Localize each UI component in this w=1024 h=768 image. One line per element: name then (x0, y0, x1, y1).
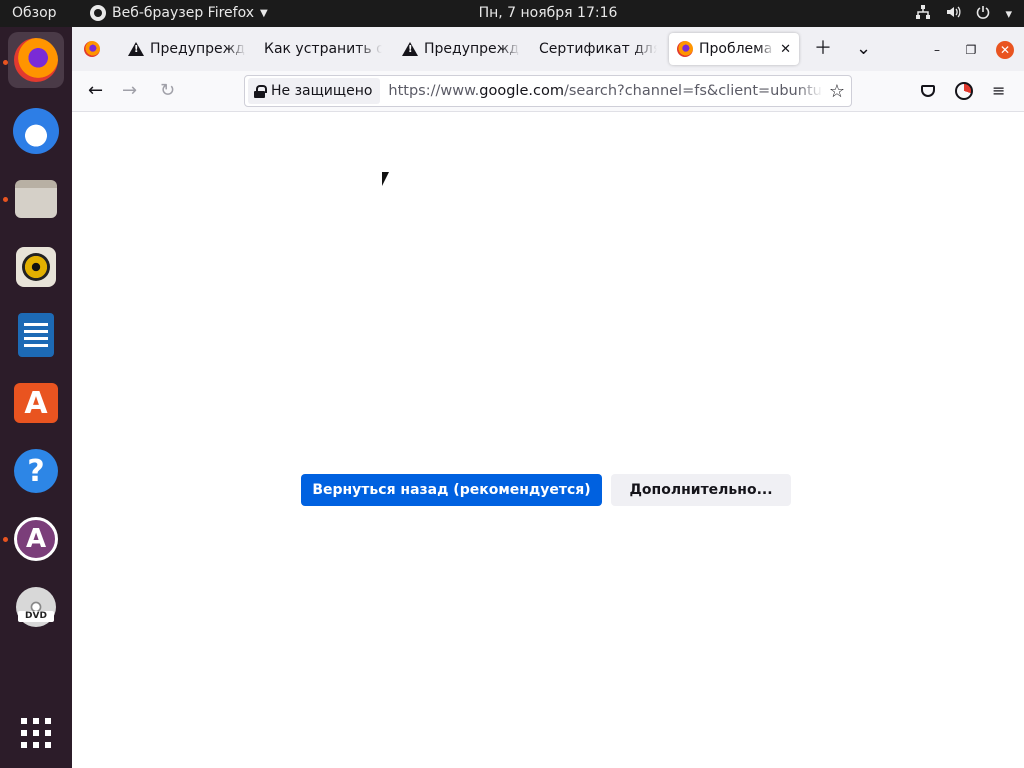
writer-icon (18, 313, 54, 357)
bookmark-star-icon[interactable]: ☆ (829, 81, 845, 102)
software-icon: A (14, 383, 58, 423)
tab-label: Проблема при (699, 41, 774, 57)
tab-warning-2[interactable]: Предупреждение (394, 33, 520, 65)
dock-files[interactable] (8, 171, 64, 227)
top-bar: Обзор Веб-браузер Firefox ▼ Пн, 7 ноября… (0, 0, 1024, 27)
account-icon[interactable] (955, 82, 973, 100)
tab-label: Как устранить ошибку (264, 41, 382, 57)
tab-selected-problem[interactable]: Проблема при ✕ (669, 33, 799, 65)
go-back-button[interactable]: Вернуться назад (рекомендуется) (301, 474, 602, 506)
tab-bar: Предупреждение Как устранить ошибку Пред… (72, 27, 1024, 71)
page-content: Вернуться назад (рекомендуется) Дополнит… (72, 112, 1024, 768)
url-text[interactable]: https://www.google.com/search?channel=fs… (388, 83, 822, 99)
firefox-icon (677, 41, 693, 57)
dock-dvd[interactable]: DVD (8, 579, 64, 635)
dock-thunderbird[interactable] (8, 103, 64, 159)
back-button[interactable]: ← (88, 81, 103, 101)
rhythmbox-icon (16, 247, 56, 287)
volume-icon[interactable] (945, 4, 961, 26)
close-tab-icon[interactable]: ✕ (780, 42, 791, 57)
dvd-icon: DVD (16, 587, 56, 627)
dvd-label: DVD (18, 611, 54, 622)
firefox-icon (84, 41, 100, 57)
dock-rhythmbox[interactable] (8, 239, 64, 295)
app-grid-icon (21, 718, 51, 748)
menu-icon[interactable]: ≡ (992, 81, 1005, 101)
tab-how-to-fix[interactable]: Как устранить ошибку (256, 33, 382, 65)
tab-pinned-firefox[interactable] (76, 33, 112, 65)
close-window-button[interactable]: ✕ (996, 41, 1014, 59)
thunderbird-icon (13, 108, 59, 154)
system-tray[interactable]: ▾ (915, 4, 1012, 26)
url-bar[interactable]: Не защищено https://www.google.com/searc… (244, 75, 852, 107)
network-icon[interactable] (915, 4, 931, 26)
dock-software[interactable]: A (8, 375, 64, 431)
mouse-cursor (382, 172, 389, 186)
forward-button[interactable]: → (122, 81, 137, 101)
list-all-tabs-button[interactable]: ⌄ (856, 39, 871, 59)
lock-insecure-icon (254, 84, 267, 98)
identity-label: Не защищено (271, 83, 373, 99)
updater-icon: A (14, 517, 58, 561)
dock-firefox[interactable] (8, 32, 64, 88)
power-icon[interactable] (975, 4, 991, 26)
dock-updater[interactable]: A (8, 511, 64, 567)
show-applications-button[interactable] (8, 705, 64, 761)
tab-warning-1[interactable]: Предупреждение (120, 33, 246, 65)
clock[interactable]: Пн, 7 ноября 17:16 (0, 5, 1024, 21)
advanced-button[interactable]: Дополнительно... (611, 474, 791, 506)
warning-icon (402, 42, 418, 56)
dock: A ? A DVD (0, 27, 72, 768)
restore-button[interactable]: ❐ (962, 41, 980, 59)
firefox-icon (14, 38, 58, 82)
dock-writer[interactable] (8, 307, 64, 363)
new-tab-button[interactable]: ＋ (814, 39, 832, 59)
pocket-icon[interactable] (921, 85, 935, 97)
help-icon: ? (14, 449, 58, 493)
dock-help[interactable]: ? (8, 443, 64, 499)
chevron-down-icon[interactable]: ▾ (1005, 6, 1012, 24)
nav-bar: ← → ↻ Не защищено https://www.google.com… (72, 71, 1024, 112)
minimize-button[interactable]: – (928, 41, 946, 59)
site-identity-button[interactable]: Не защищено (248, 78, 381, 104)
tab-label: Предупреждение (424, 41, 520, 57)
tab-certificate[interactable]: Сертификат для (531, 33, 657, 65)
tab-label: Предупреждение (150, 41, 246, 57)
tab-label: Сертификат для (539, 41, 657, 57)
warning-icon (128, 42, 144, 56)
files-icon (15, 180, 57, 218)
reload-button[interactable]: ↻ (160, 81, 175, 101)
